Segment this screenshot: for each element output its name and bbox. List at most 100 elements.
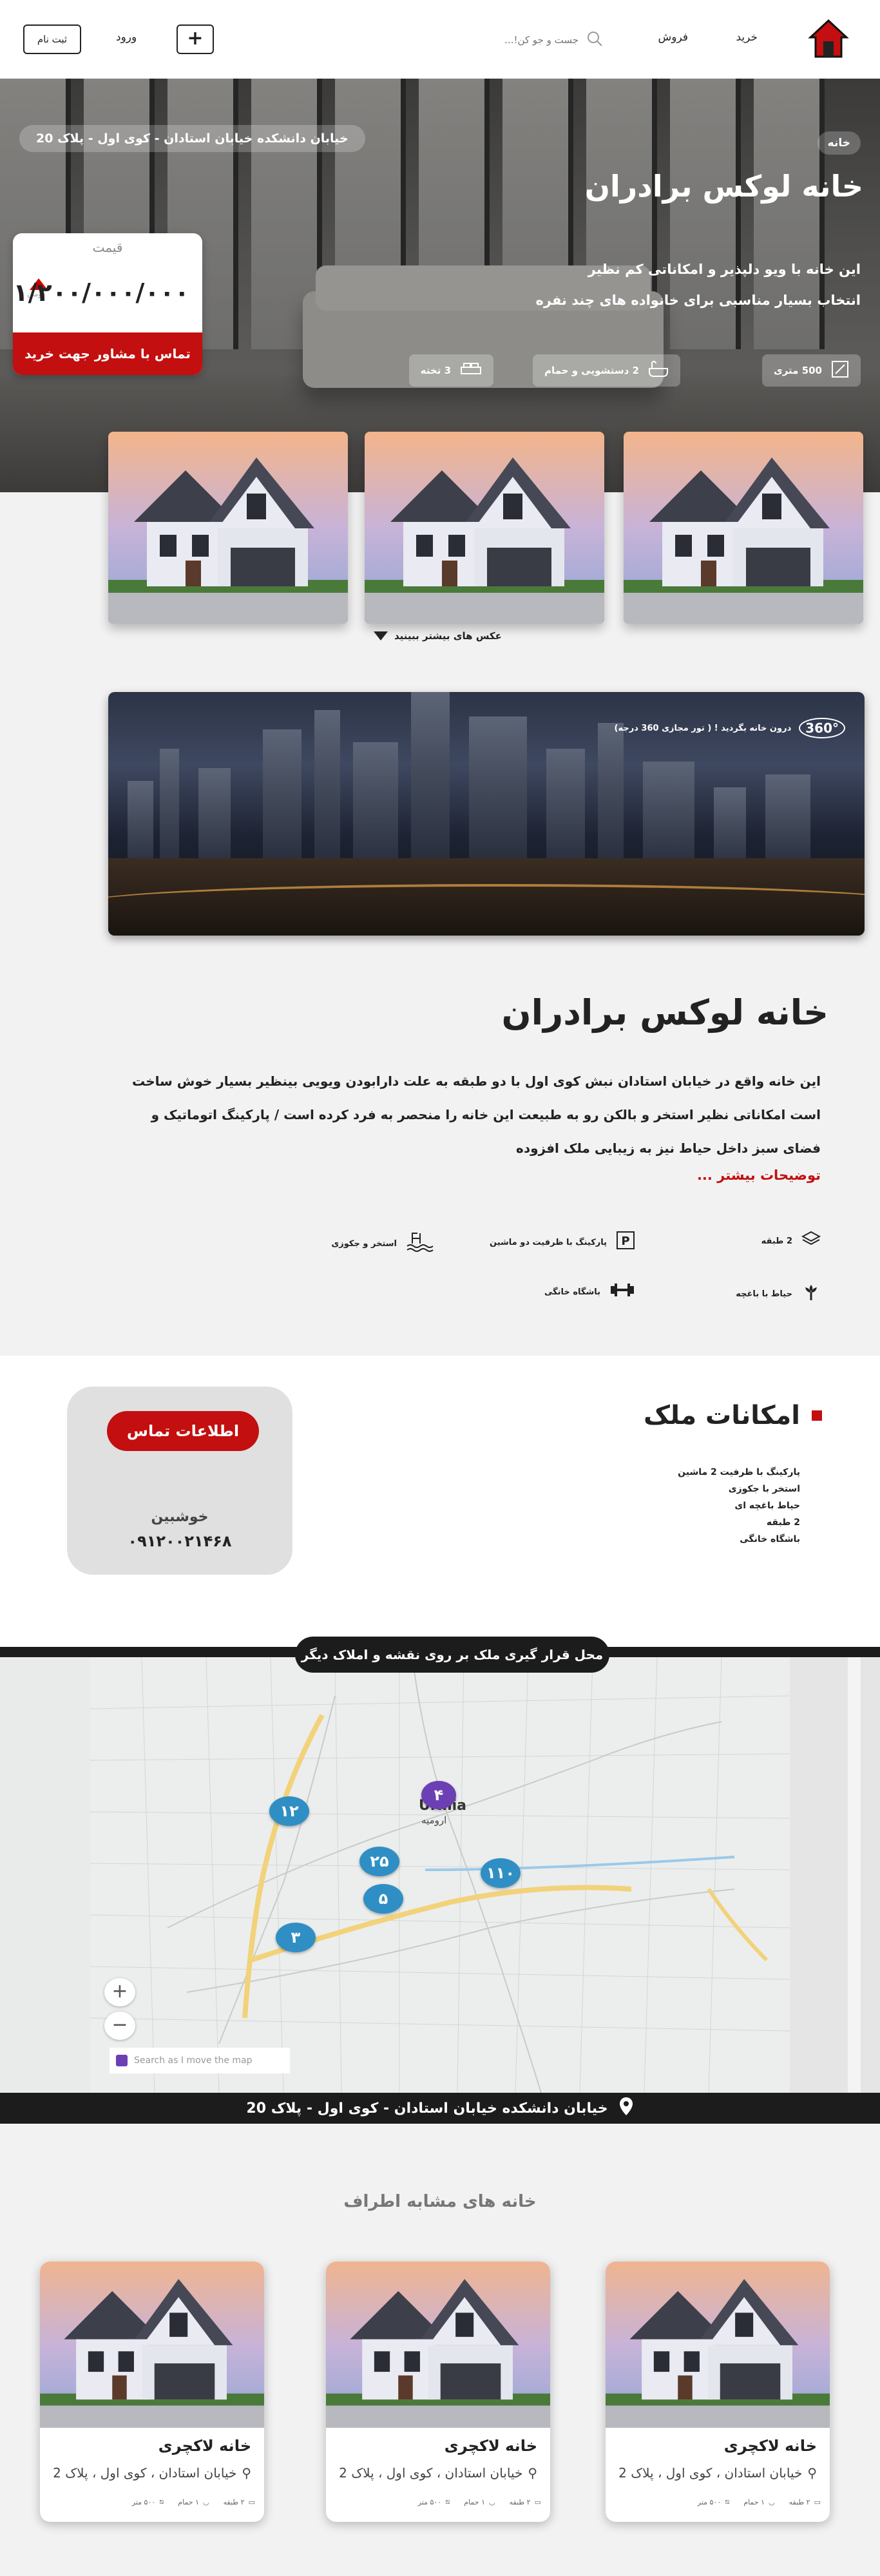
similar-card-address-text: خیابان استادان ، کوی اول ، پلاک 2 bbox=[339, 2465, 523, 2481]
map-scrollbar[interactable] bbox=[790, 1657, 880, 2093]
nav-sell-link[interactable]: فروش bbox=[658, 31, 688, 44]
hero-section: خانه خیابان دانشکده خیابان استادان - کوی… bbox=[0, 79, 880, 492]
location-pin-icon: ⚲ bbox=[807, 2465, 817, 2481]
bathtub-icon: ◡ ۱ حمام bbox=[464, 2497, 495, 2506]
dumbbell-icon bbox=[609, 1282, 635, 1302]
price-card: قیمت تومان ۱/۲۰۰/۰۰۰/۰۰۰ تماس با مشاور ج… bbox=[13, 233, 202, 375]
page-title: خانه لوکس برادران bbox=[584, 169, 863, 204]
map-canvas[interactable]: Urmia ارومیه ۱۲ ۴ ۲۵ ۵ ۱۱۰ ۳ + − Search … bbox=[90, 1657, 790, 2093]
facilities-list: پارکینگ با ظرفیت 2 ماشین استخر با جکوزی … bbox=[678, 1464, 800, 1548]
area-icon: ⧄ ۵۰۰ متر bbox=[417, 2497, 450, 2506]
facilities-title: امکانات ملک bbox=[644, 1401, 822, 1430]
parking-icon: P bbox=[616, 1231, 635, 1254]
contact-phone[interactable]: ۰۹۱۲۰۰۲۱۴۶۸ bbox=[67, 1532, 292, 1550]
property-map[interactable]: Urmia ارومیه ۱۲ ۴ ۲۵ ۵ ۱۱۰ ۳ + − Search … bbox=[0, 1657, 880, 2093]
nav-buy-link[interactable]: خرید bbox=[736, 31, 758, 44]
more-photos-link[interactable]: عکس های بیشتر ببینید bbox=[374, 630, 502, 642]
similar-card[interactable]: خانه لاکچری ⚲ خیابان استادان ، کوی اول ، … bbox=[326, 2262, 550, 2522]
similar-card-title: خانه لاکچری bbox=[444, 2437, 537, 2455]
map-pin[interactable]: ۱۱۰ bbox=[481, 1858, 521, 1888]
home-logo-icon[interactable] bbox=[808, 18, 849, 59]
zoom-out-button[interactable]: − bbox=[104, 2012, 135, 2040]
facility-item: باشگاه خانگی bbox=[740, 1534, 800, 1544]
more-photos-label: عکس های بیشتر ببینید bbox=[394, 630, 502, 642]
similar-card-address: ⚲ خیابان استادان ، کوی اول ، پلاک 2 bbox=[53, 2465, 251, 2481]
virtual-tour-panorama[interactable]: 360° درون خانه بگردید ! ( تور مجازی 360 … bbox=[108, 692, 865, 936]
facility-item: پارکینگ با ظرفیت 2 ماشین bbox=[678, 1467, 800, 1477]
similar-card-features: ▭ ۲ طبقه ◡ ۱ حمام ⧄ ۵۰۰ متر bbox=[698, 2497, 821, 2506]
contact-advisor-button[interactable]: تماس با مشاور جهت خرید bbox=[13, 332, 202, 375]
similar-homes-title: خانه های مشابه اطراف bbox=[343, 2192, 537, 2211]
location-pin-icon: ⚲ bbox=[528, 2465, 537, 2481]
search-as-move-label: Search as I move the map bbox=[134, 2055, 253, 2066]
bed-icon: ▭ ۲ طبقه bbox=[509, 2497, 541, 2506]
map-address-text: خیابان دانشکده خیابان استادان - کوی اول … bbox=[246, 2100, 608, 2117]
similar-card-image bbox=[40, 2262, 264, 2428]
breadcrumb[interactable]: خانه bbox=[817, 131, 861, 155]
description-title: خانه لوکس برادران bbox=[501, 992, 828, 1033]
login-link[interactable]: ورود bbox=[116, 31, 137, 44]
feature-area-label: 500 متری bbox=[773, 365, 822, 376]
feature-bed: 3 تخته bbox=[408, 354, 493, 387]
flower-icon bbox=[801, 1282, 821, 1305]
similar-card-image bbox=[326, 2262, 550, 2428]
zoom-in-button[interactable]: + bbox=[104, 1978, 135, 2006]
area-icon: ⧄ ۵۰۰ متر bbox=[697, 2497, 730, 2506]
price-value: ۱/۲۰۰/۰۰۰/۰۰۰ bbox=[13, 278, 189, 307]
similar-card-rooms: ۲ طبقه bbox=[789, 2497, 810, 2506]
similar-card-area: ۵۰۰ متر bbox=[131, 2497, 156, 2506]
gallery-thumb-2[interactable] bbox=[365, 432, 604, 624]
add-listing-button[interactable]: + bbox=[177, 24, 214, 54]
map-pin[interactable]: ۳ bbox=[276, 1923, 316, 1952]
search-as-move-toggle[interactable]: Search as I move the map bbox=[110, 2048, 290, 2073]
map-pin[interactable]: ۱۲ bbox=[269, 1796, 309, 1826]
map-pin[interactable]: ۵ bbox=[363, 1884, 403, 1914]
read-more-link[interactable]: توضیحات بیشتر ... bbox=[697, 1168, 821, 1183]
search-input[interactable] bbox=[463, 34, 579, 46]
similar-card-bath: ۱ حمام bbox=[464, 2497, 486, 2506]
amenity-garden-label: حیاط با باغچه bbox=[736, 1289, 792, 1299]
amenity-pool-label: استخر و جکوزی bbox=[331, 1238, 397, 1249]
facilities-section: امکانات ملک پارکینگ با ظرفیت 2 ماشین است… bbox=[0, 1356, 880, 1647]
location-pin-icon: ⚲ bbox=[242, 2465, 251, 2481]
search-icon[interactable] bbox=[586, 30, 603, 50]
hero-desc-line-2: انتخاب بسیار مناسبی برای خانواده های چند… bbox=[535, 293, 861, 308]
similar-card-address: ⚲ خیابان استادان ، کوی اول ، پلاک 2 bbox=[618, 2465, 817, 2481]
gallery-thumb-1[interactable] bbox=[624, 432, 863, 624]
feature-bath-label: 2 دستشویی و حمام bbox=[544, 365, 639, 376]
hero-description: این خانه با ویو دلپذیر و امکاناتی کم نظی… bbox=[448, 254, 861, 316]
similar-card-title: خانه لاکچری bbox=[723, 2437, 817, 2455]
svg-text:P: P bbox=[621, 1235, 629, 1248]
description-body: این خانه واقع در خیابان استادان نبش کوی … bbox=[132, 1073, 821, 1156]
contact-name: خوشبین bbox=[151, 1509, 209, 1525]
amenity-gym-label: باشگاه خانگی bbox=[544, 1287, 600, 1297]
bathtub-icon bbox=[648, 361, 669, 380]
map-pin[interactable]: ۲۵ bbox=[359, 1847, 399, 1876]
signup-button[interactable]: ثبت نام bbox=[23, 24, 81, 54]
similar-card[interactable]: خانه لاکچری ⚲ خیابان استادان ، کوی اول ، … bbox=[606, 2262, 830, 2522]
similar-card-address-text: خیابان استادان ، کوی اول ، پلاک 2 bbox=[618, 2465, 803, 2481]
map-pin-selected[interactable]: ۴ bbox=[421, 1781, 456, 1809]
map-title: محل قرار گیری ملک بر روی نقشه و املاک دی… bbox=[295, 1637, 609, 1673]
similar-card-rooms: ۲ طبقه bbox=[223, 2497, 245, 2506]
layers-icon bbox=[801, 1231, 821, 1251]
page: خرید فروش + ورود ثبت نام خانه خیابان دان… bbox=[0, 0, 880, 2576]
amenity-floors-label: 2 طبقه bbox=[761, 1236, 792, 1246]
area-icon: ⧄ ۵۰۰ متر bbox=[131, 2497, 164, 2506]
similar-card-image bbox=[606, 2262, 830, 2428]
bathtub-icon: ◡ ۱ حمام bbox=[178, 2497, 209, 2506]
feature-area: 500 متری bbox=[761, 354, 861, 387]
hero-address: خیابان دانشکده خیابان استادان - کوی اول … bbox=[19, 125, 365, 152]
facility-item: حیاط باغچه ای bbox=[734, 1501, 800, 1511]
contact-info-button[interactable]: اطلاعات تماس bbox=[107, 1411, 259, 1451]
checkbox-icon[interactable] bbox=[116, 2055, 128, 2066]
gallery-thumb-3[interactable] bbox=[108, 432, 348, 624]
similar-card[interactable]: خانه لاکچری ⚲ خیابان استادان ، کوی اول ، … bbox=[40, 2262, 264, 2522]
bed-icon: ▭ ۲ طبقه bbox=[789, 2497, 821, 2506]
facility-item: 2 طبقه bbox=[766, 1517, 800, 1528]
similar-card-bath: ۱ حمام bbox=[743, 2497, 765, 2506]
feature-bed-label: 3 تخته bbox=[420, 365, 451, 376]
site-header: خرید فروش + ورود ثبت نام bbox=[0, 0, 880, 79]
location-pin-icon bbox=[618, 2096, 634, 2120]
map-address-bar: خیابان دانشکده خیابان استادان - کوی اول … bbox=[0, 2093, 880, 2124]
